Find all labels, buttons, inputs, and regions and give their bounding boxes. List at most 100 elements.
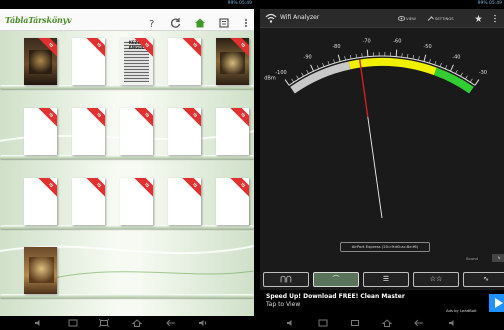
gauge-tick — [407, 53, 409, 59]
book-cover[interactable]: ÚJ — [72, 108, 105, 155]
sound-toggle[interactable]: N — [492, 254, 504, 262]
tab-channel-graph[interactable]: ⋂⋂ — [263, 272, 309, 287]
gauge-tick — [284, 79, 290, 86]
app-toolbar: Wifi Analyzer VIEW SETTINGS — [260, 9, 504, 28]
strong-zone-band — [433, 67, 474, 94]
book-cover[interactable]: ÚJ — [24, 108, 57, 155]
book-cover[interactable]: ÚJ — [216, 38, 249, 85]
medium-zone-band — [348, 58, 437, 76]
book-cover-art — [220, 52, 245, 74]
gauge-scale-label: -60 — [393, 39, 401, 45]
ad-title: Speed Up! Download FREE! Clean Master — [266, 293, 405, 300]
app-toolbar: TáblaTárskönyv ? — [0, 9, 254, 31]
gauge-tick — [455, 69, 458, 74]
recent-apps-icon[interactable] — [68, 319, 78, 327]
system-nav-bar — [0, 316, 254, 330]
book-cover[interactable]: ÚJ — [24, 38, 57, 85]
ad-banner[interactable]: Speed Up! Download FREE! Clean Master Ta… — [260, 290, 504, 316]
tab-time-graph[interactable]: ∿ — [463, 272, 504, 287]
screenshot-icon[interactable] — [350, 319, 360, 327]
new-badge: ÚJ — [37, 108, 57, 129]
gauge-tick — [366, 49, 369, 57]
app-logo: TáblaTárskönyv — [5, 15, 72, 25]
book-cover[interactable]: ÚJ — [120, 108, 153, 155]
gauge-unit-label: dBm — [264, 76, 276, 82]
home-icon[interactable] — [194, 14, 206, 28]
gauge-scale-label: -90 — [304, 54, 312, 60]
new-badge: ÚJ — [229, 108, 249, 129]
new-badge: ÚJ — [85, 108, 105, 129]
overflow-menu-icon[interactable] — [240, 14, 252, 27]
gauge-tick — [465, 75, 468, 80]
pause-icon[interactable] — [474, 14, 483, 23]
book-cover[interactable]: ÚJ — [72, 178, 105, 225]
shelf-3 — [0, 225, 254, 229]
gauge-tick — [306, 69, 309, 74]
svg-text:?: ? — [149, 19, 154, 29]
wrench-icon — [427, 16, 434, 21]
gauge-tick — [395, 49, 398, 57]
book-cover[interactable]: ÚJ — [216, 178, 249, 225]
status-bar: 99% 05:49 — [0, 0, 254, 9]
tab-signal-meter[interactable]: ⌒ — [313, 272, 359, 287]
back-icon[interactable] — [414, 319, 424, 327]
back-icon[interactable] — [166, 319, 176, 327]
book-cover[interactable]: ÚJ — [168, 38, 201, 85]
shelf-4 — [0, 294, 254, 298]
gauge-tick — [316, 65, 319, 69]
volume-up-icon[interactable] — [448, 319, 458, 327]
book-cover[interactable]: ÚJ — [72, 38, 105, 85]
gauge-tick — [429, 59, 431, 64]
volume-up-icon[interactable] — [198, 319, 208, 327]
new-badge: ÚJ — [229, 178, 249, 199]
gauge-tick — [439, 62, 442, 67]
ad-play-icon[interactable] — [489, 294, 504, 312]
tab-ap-list[interactable]: ☰ — [363, 272, 409, 287]
recent-apps-icon[interactable] — [318, 319, 328, 327]
screenshot-icon[interactable] — [99, 319, 109, 327]
access-point-selector[interactable]: AirPort Express (20:c9:d0:ac:8e:f6) — [340, 242, 430, 252]
settings-button[interactable]: SETTINGS — [435, 16, 454, 21]
volume-icon[interactable] — [286, 319, 296, 327]
gauge-tick — [434, 60, 437, 65]
wifi-analyzer-pane: 99% 05:49 Wifi Analyzer VIEW SETTINGS -1… — [260, 0, 504, 330]
new-badge: ÚJ — [37, 178, 57, 199]
book-app-pane: 99% 05:49 TáblaTárskönyv ? ÚJ ÚJ KEZDŐ ANG… — [0, 0, 254, 330]
gauge-tick — [296, 75, 299, 80]
tab-channel-rating[interactable]: ☆☆ — [413, 272, 459, 287]
book-cover[interactable]: ÚJ — [120, 178, 153, 225]
book-cover[interactable]: ÚJ — [216, 108, 249, 155]
book-cover[interactable]: ÚJ — [24, 178, 57, 225]
system-nav-bar — [260, 316, 504, 330]
gauge-tick — [445, 65, 448, 69]
book-cover[interactable]: ÚJ — [168, 178, 201, 225]
home-nav-icon[interactable] — [382, 319, 392, 327]
status-bar: 99% 05:49 — [260, 0, 504, 9]
gauge-scale-label: -70 — [363, 39, 371, 45]
view-tabs: ⋂⋂ ⌒ ☰ ☆☆ ∿ — [263, 272, 504, 288]
refresh-icon[interactable] — [170, 14, 182, 28]
gauge-tick — [350, 54, 352, 60]
gauge-scale-label: -50 — [423, 44, 431, 50]
volume-icon[interactable] — [34, 319, 44, 327]
overflow-menu-icon[interactable] — [493, 14, 497, 23]
library-icon[interactable] — [218, 14, 230, 28]
book-cover[interactable] — [24, 247, 57, 294]
home-nav-icon[interactable] — [132, 319, 142, 327]
status-text: 99% 05:49 — [477, 1, 502, 6]
book-cover[interactable]: ÚJ — [168, 108, 201, 155]
book-cover-art — [29, 50, 52, 74]
bookshelf: ÚJ ÚJ KEZDŐ ANGOL ÚJ ÚJ ÚJ ÚJ ÚJ ÚJ ÚJ ÚJ ÚJ ÚJ ÚJ ÚJ Ú… — [0, 31, 254, 316]
book-cover[interactable]: KEZDŐ ANGOL ÚJ — [120, 38, 153, 85]
view-button[interactable]: VIEW — [406, 16, 416, 21]
gauge-tick — [291, 78, 295, 83]
shelf-2 — [0, 155, 254, 159]
gauge-tick — [344, 56, 346, 61]
help-icon[interactable]: ? — [146, 14, 158, 30]
signal-needle — [367, 116, 383, 219]
signal-needle-tip — [359, 59, 369, 118]
wifi-app-icon — [265, 13, 277, 23]
sound-label: Sound — [466, 256, 478, 261]
status-text: 99% 05:49 — [227, 1, 252, 6]
gauge-tick — [327, 60, 330, 65]
